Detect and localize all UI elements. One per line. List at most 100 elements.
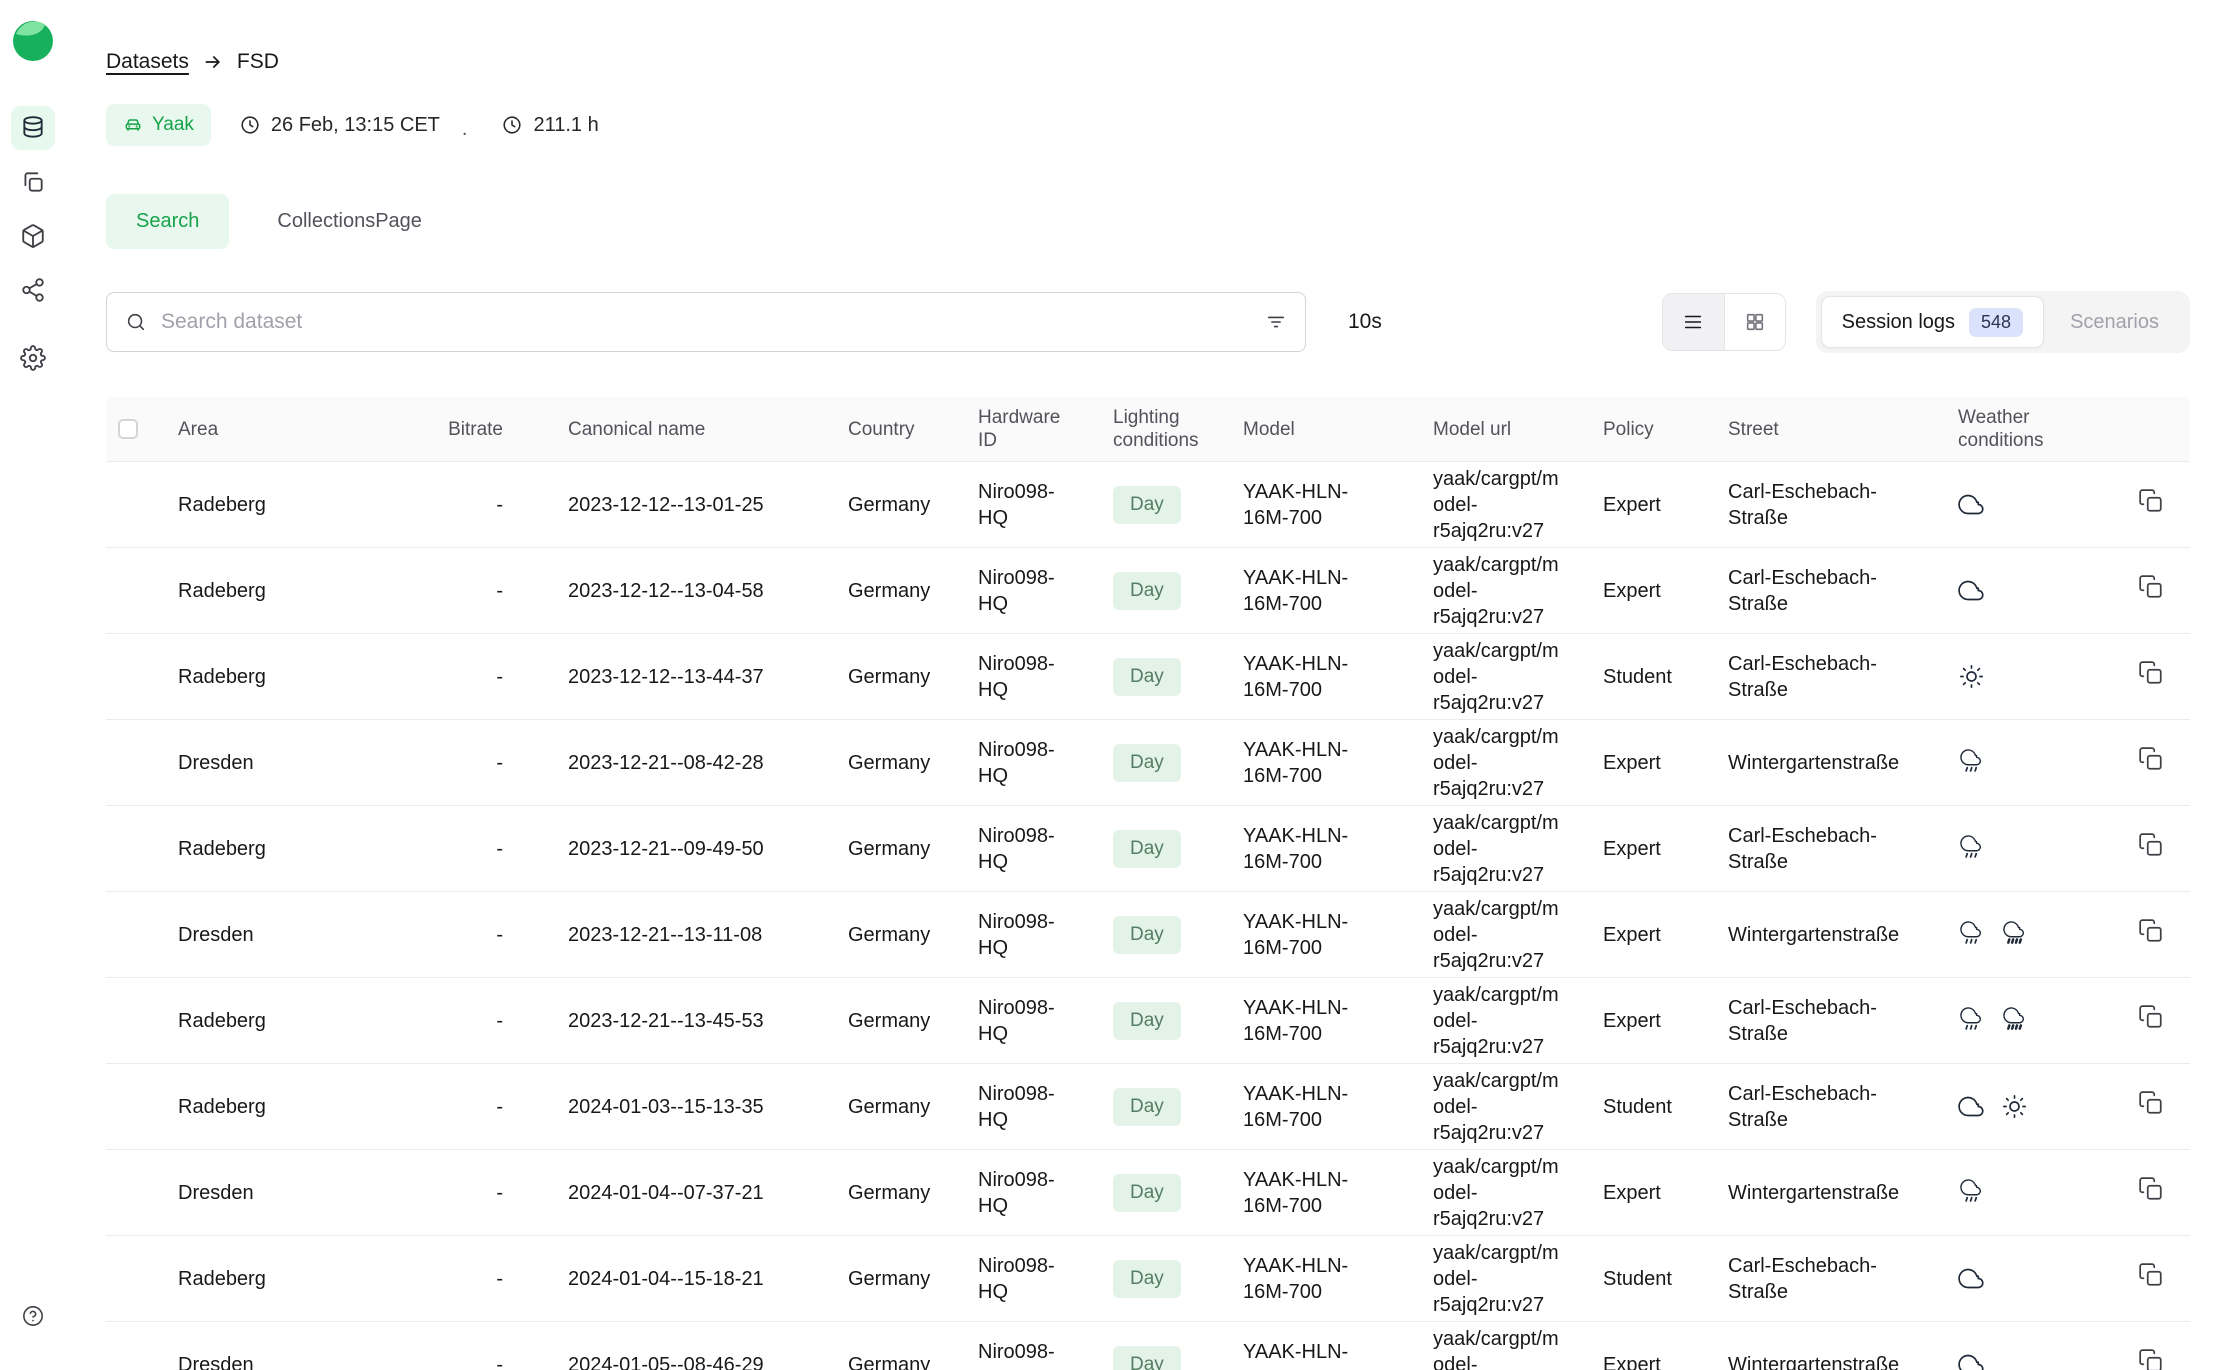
copy-button[interactable] [2138, 1004, 2164, 1030]
copy-button[interactable] [2138, 660, 2164, 686]
row-select-cell [106, 1236, 158, 1322]
collections-icon [20, 169, 46, 195]
canonical-name-value: 2024-01-05--08-46-29 [568, 1354, 764, 1370]
street-value: Carl-Eschebach-Straße [1728, 823, 1924, 875]
copy-button[interactable] [2138, 1090, 2164, 1116]
model-cell: YAAK-HLN-16M-700 [1223, 806, 1413, 892]
policy-cell: Expert [1583, 978, 1708, 1064]
tab-search[interactable]: Search [106, 194, 229, 249]
sidebar-item-help[interactable] [11, 1294, 55, 1338]
model-cell: YAAK-HLN-16M-700 [1223, 1150, 1413, 1236]
sidebar-item-packages[interactable] [11, 214, 55, 258]
country-cell: Germany [828, 634, 958, 720]
table-row[interactable]: Radeberg - 2024-01-03--15-13-35 Germany … [106, 1064, 2190, 1150]
rain-icon [1958, 1179, 1985, 1206]
model-url-value: yaak/cargpt/model-r5ajq2ru:v27 [1433, 724, 1569, 802]
copy-button[interactable] [2138, 832, 2164, 858]
country-cell: Germany [828, 548, 958, 634]
refresh-interval[interactable]: 10s [1348, 310, 1382, 334]
area-cell: Dresden [158, 1150, 388, 1236]
table-header-row: Area Bitrate Canonical name Country Hard… [106, 397, 2190, 462]
bitrate-cell: - [388, 1150, 548, 1236]
model-url-value: yaak/cargpt/model-r5ajq2ru:v27 [1433, 896, 1569, 974]
copy-button[interactable] [2138, 746, 2164, 772]
model-cell: YAAK-HLN-16M-700 [1223, 1322, 1413, 1370]
session-logs-segment[interactable]: Session logs 548 [1821, 296, 2044, 348]
bitrate-value: - [496, 580, 503, 602]
model-url-value: yaak/cargpt/model-r5ajq2ru:v27 [1433, 1068, 1569, 1146]
bitrate-cell: - [388, 806, 548, 892]
scenarios-segment[interactable]: Scenarios [2044, 296, 2185, 348]
copy-button[interactable] [2138, 574, 2164, 600]
table-row[interactable]: Dresden - 2023-12-21--13-11-08 Germany N… [106, 892, 2190, 978]
canonical-name-value: 2024-01-03--15-13-35 [568, 1096, 764, 1118]
table-row[interactable]: Radeberg - 2023-12-12--13-04-58 Germany … [106, 548, 2190, 634]
row-select-cell [106, 1064, 158, 1150]
search-input[interactable] [161, 310, 1251, 334]
street-value: Wintergartenstraße [1728, 750, 1899, 776]
copy-button[interactable] [2138, 1176, 2164, 1202]
sidebar-item-settings[interactable] [11, 336, 55, 380]
sidebar-item-datasets[interactable] [11, 106, 55, 150]
table-row[interactable]: Radeberg - 2023-12-12--13-44-37 Germany … [106, 634, 2190, 720]
table-row[interactable]: Dresden - 2023-12-21--08-42-28 Germany N… [106, 720, 2190, 806]
canonical-name-value: 2023-12-12--13-04-58 [568, 580, 764, 602]
model-url-cell: yaak/cargpt/model-r5ajq2ru:v27 [1413, 892, 1583, 978]
copy-button[interactable] [2138, 918, 2164, 944]
copy-button[interactable] [2138, 488, 2164, 514]
table-row[interactable]: Radeberg - 2024-01-04--15-18-21 Germany … [106, 1236, 2190, 1322]
table-row[interactable]: Dresden - 2024-01-05--08-46-29 Germany N… [106, 1322, 2190, 1370]
model-url-value: yaak/cargpt/model-r5ajq2ru:v27 [1433, 1154, 1569, 1232]
weather-icons [1958, 749, 2074, 776]
select-all-checkbox[interactable] [118, 419, 138, 439]
canonical-name-cell: 2023-12-21--08-42-28 [548, 720, 828, 806]
hardware-id-value: Niro098-HQ [978, 1167, 1073, 1219]
sidebar-item-workflows[interactable] [11, 268, 55, 312]
copy-icon [2138, 1348, 2164, 1370]
car-icon [123, 115, 143, 135]
grid-view-button[interactable] [1724, 294, 1785, 350]
app-logo-icon[interactable] [12, 20, 54, 62]
bitrate-value: - [496, 1354, 503, 1370]
street-cell: Carl-Eschebach-Straße [1708, 462, 1938, 548]
copy-button[interactable] [2138, 1262, 2164, 1288]
filter-button[interactable] [1265, 311, 1287, 333]
model-url-cell: yaak/cargpt/model-r5ajq2ru:v27 [1413, 1064, 1583, 1150]
dataset-chip[interactable]: Yaak [106, 104, 211, 146]
table-row[interactable]: Radeberg - 2023-12-12--13-01-25 Germany … [106, 462, 2190, 548]
street-value: Wintergartenstraße [1728, 1180, 1899, 1206]
hardware-id-cell: Niro098-HQ [958, 1150, 1093, 1236]
canonical-name-cell: 2023-12-12--13-01-25 [548, 462, 828, 548]
lighting-badge: Day [1113, 830, 1181, 868]
street-value: Carl-Eschebach-Straße [1728, 1081, 1924, 1133]
model-url-cell: yaak/cargpt/model-r5ajq2ru:v27 [1413, 806, 1583, 892]
policy-cell: Student [1583, 1236, 1708, 1322]
copy-button[interactable] [2138, 1348, 2164, 1370]
table-row[interactable]: Dresden - 2024-01-04--07-37-21 Germany N… [106, 1150, 2190, 1236]
table-row[interactable]: Radeberg - 2023-12-21--09-49-50 Germany … [106, 806, 2190, 892]
column-header-model-url: Model url [1413, 397, 1583, 462]
street-cell: Carl-Eschebach-Straße [1708, 978, 1938, 1064]
hardware-id-cell: Niro098-HQ [958, 892, 1093, 978]
weather-conditions-cell [1938, 1150, 2088, 1236]
hardware-id-cell: Niro098-HQ [958, 1322, 1093, 1370]
bitrate-value: - [496, 1268, 503, 1290]
workflow-icon [20, 277, 46, 303]
copy-icon [2138, 660, 2164, 686]
model-url-value: yaak/cargpt/model-r5ajq2ru:v27 [1433, 638, 1569, 716]
area-cell: Radeberg [158, 634, 388, 720]
area-value: Radeberg [178, 1268, 266, 1290]
table-row[interactable]: Radeberg - 2023-12-21--13-45-53 Germany … [106, 978, 2190, 1064]
breadcrumb-datasets-link[interactable]: Datasets [106, 50, 189, 74]
sidebar-item-collections[interactable] [11, 160, 55, 204]
model-url-value: yaak/cargpt/model-r5ajq2ru:v27 [1433, 810, 1569, 888]
tab-collections-page[interactable]: CollectionsPage [247, 194, 452, 249]
actions-cell [2088, 1150, 2190, 1236]
street-value: Wintergartenstraße [1728, 922, 1899, 948]
list-view-button[interactable] [1663, 294, 1724, 350]
rain-icon [1958, 1007, 1985, 1034]
country-cell: Germany [828, 1150, 958, 1236]
bitrate-cell: - [388, 548, 548, 634]
model-url-value: yaak/cargpt/model-r5ajq2ru:v27 [1433, 982, 1569, 1060]
area-cell: Dresden [158, 1322, 388, 1370]
